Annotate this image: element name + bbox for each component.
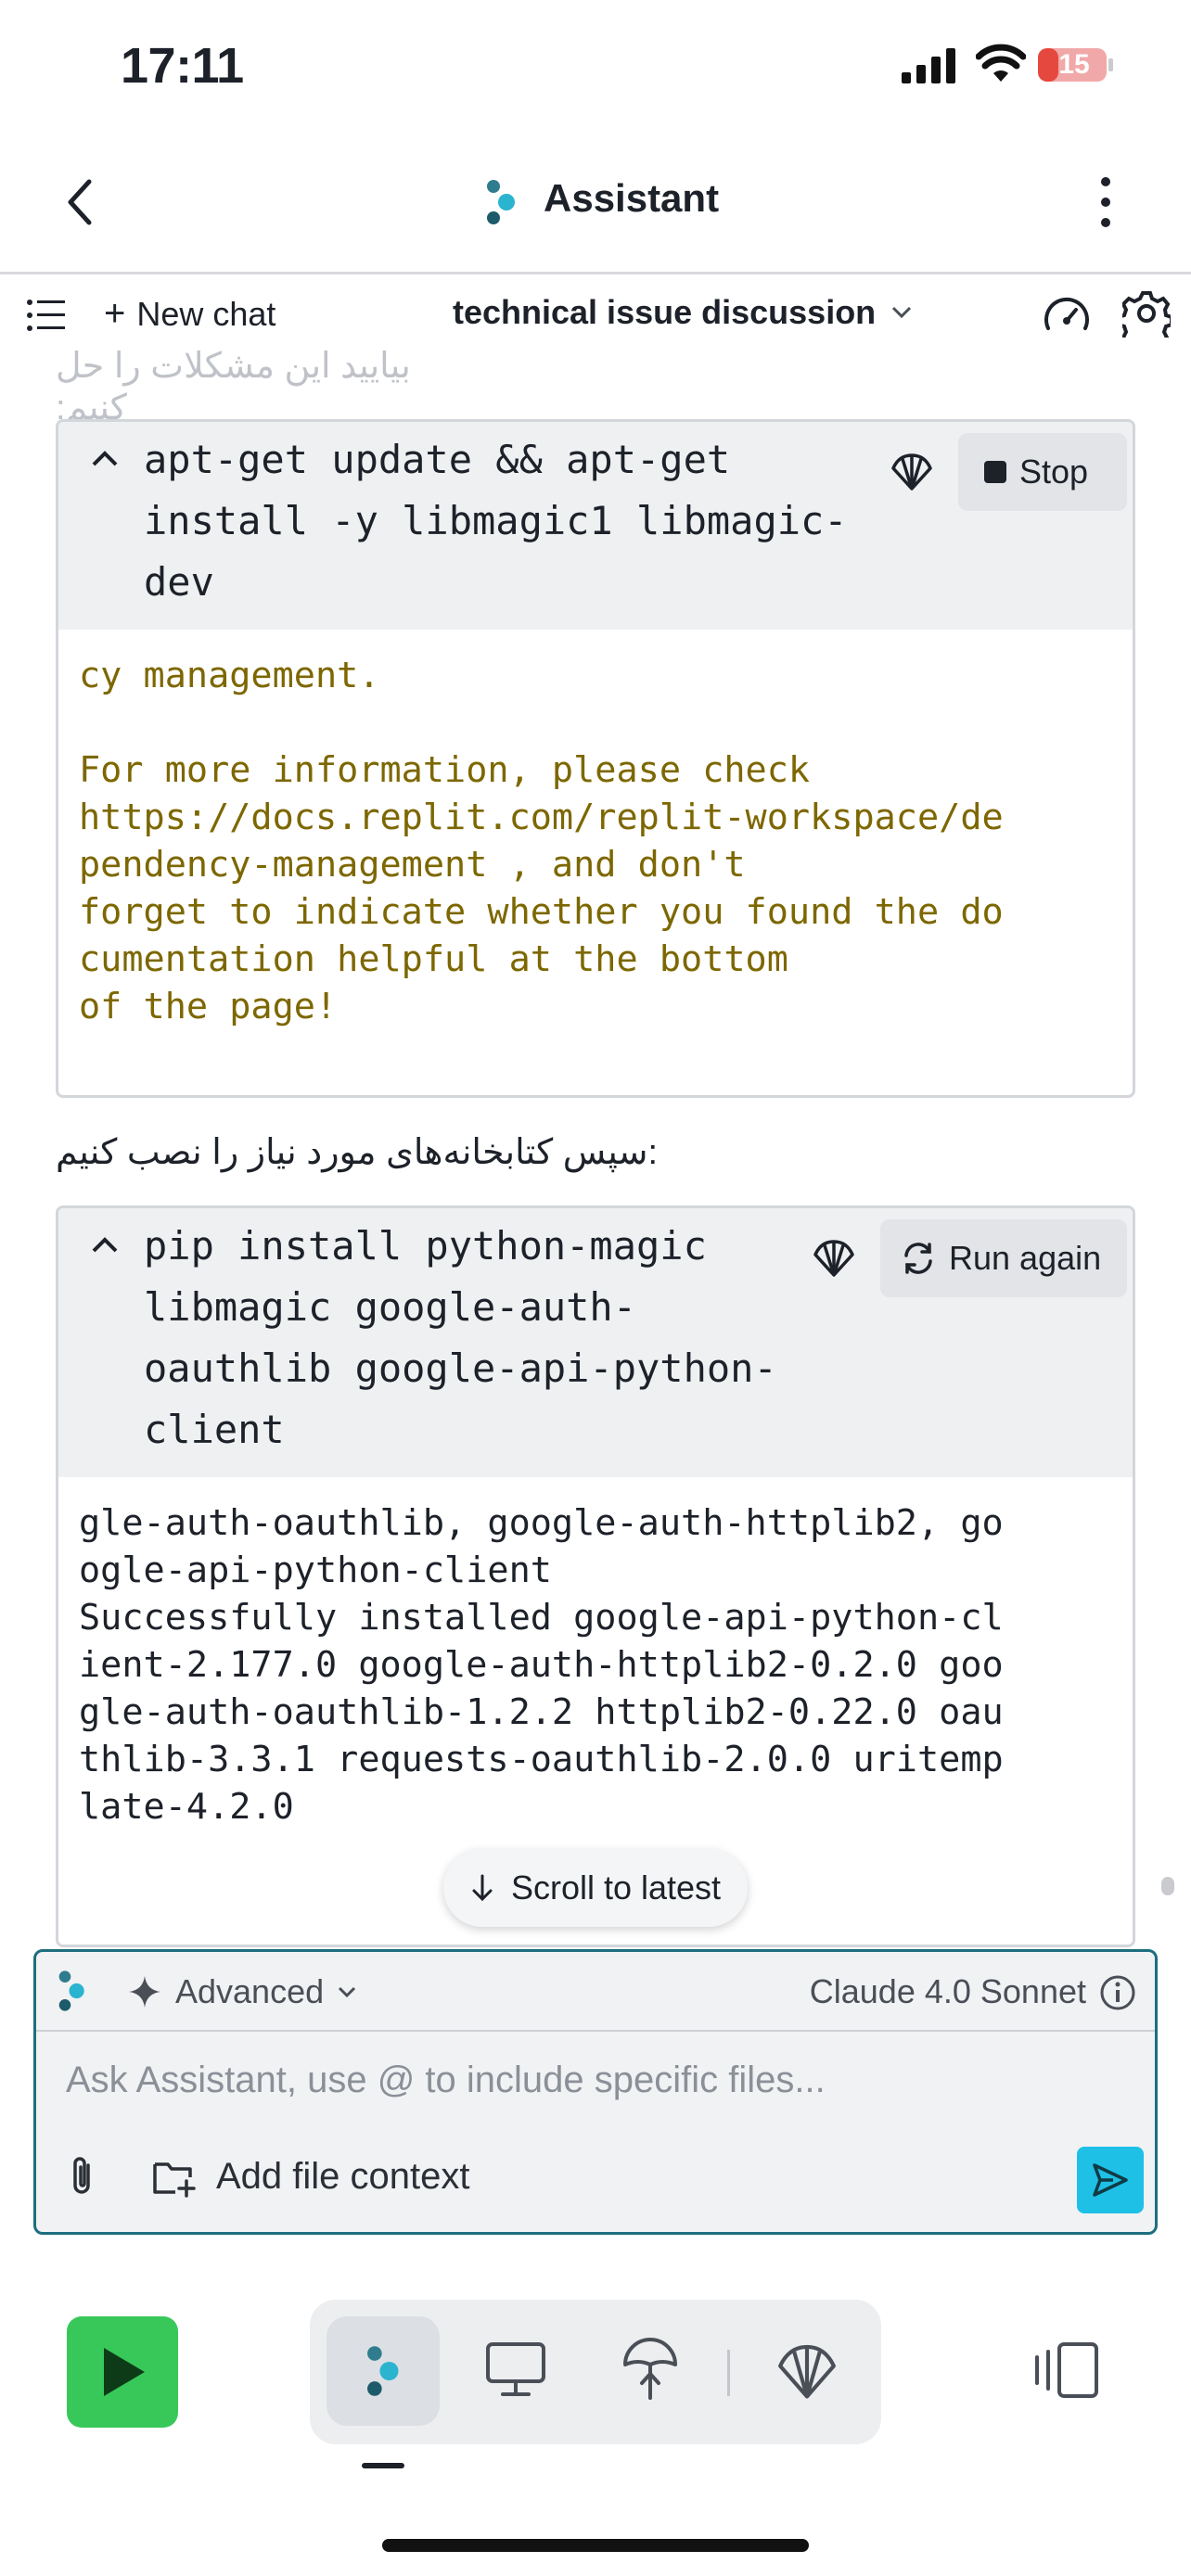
code-card-header: apt-get update && apt-get install -y lib… (58, 422, 1133, 630)
kebab-icon[interactable] (1095, 174, 1117, 230)
command-text: apt-get update && apt-get install -y lib… (144, 437, 848, 605)
caret-up-icon[interactable] (88, 1229, 122, 1262)
shell-icon[interactable] (775, 2340, 839, 2402)
send-button[interactable] (1077, 2147, 1144, 2213)
command-output: cy management. For more information, ple… (79, 655, 1004, 1027)
scroll-to-latest-label: Scroll to latest (510, 1868, 722, 1906)
composer-header: Advanced Claude 4.0 Sonnet (36, 1952, 1155, 2032)
page-title: Assistant (544, 176, 720, 220)
add-file-context-button[interactable]: Add file context (151, 2156, 470, 2198)
shell-icon (891, 453, 932, 491)
stop-icon (984, 461, 1006, 483)
assistant-logo-icon (487, 180, 515, 224)
stop-button[interactable]: Stop (958, 433, 1127, 511)
deploy-icon[interactable] (621, 2337, 679, 2402)
scroll-to-latest-button[interactable]: Scroll to latest (443, 1849, 748, 1927)
assistant-logo-icon (367, 2346, 399, 2396)
chat-topic-label: technical issue discussion (453, 293, 877, 331)
run-again-button[interactable]: Run again (880, 1219, 1127, 1297)
scrollbar-thumb[interactable] (1161, 1877, 1174, 1895)
play-icon (104, 2348, 145, 2396)
mode-label: Advanced (175, 1972, 325, 2010)
message-text: سپس کتابخانه‌های مورد نیاز را نصب کنیم: (56, 1133, 659, 1172)
paperclip-icon[interactable] (66, 2154, 99, 2199)
stop-label: Stop (1019, 453, 1089, 491)
back-icon[interactable] (61, 174, 98, 230)
list-icon[interactable] (26, 299, 67, 332)
add-file-context-label: Add file context (216, 2156, 470, 2197)
command-output: gle-auth-oauthlib, google-auth-httplib2,… (79, 1502, 1004, 1828)
sparkle-icon (129, 1976, 160, 2008)
dock-divider (727, 2350, 730, 2396)
code-card-header: pip install python-magic libmagic google… (58, 1208, 1133, 1477)
gear-icon[interactable] (1122, 289, 1171, 338)
status-time: 17:11 (121, 38, 244, 94)
plus-icon: + (104, 293, 126, 334)
new-chat-label: New chat (136, 294, 276, 333)
home-indicator (382, 2539, 809, 2552)
model-label[interactable]: Claude 4.0 Sonnet (810, 1972, 1086, 2011)
header-divider (0, 272, 1191, 274)
wifi-icon (976, 44, 1026, 82)
monitor-icon[interactable] (484, 2340, 547, 2400)
caret-up-icon[interactable] (88, 442, 122, 476)
active-tab-indicator (362, 2463, 404, 2468)
info-icon[interactable] (1099, 1974, 1136, 2011)
shell-icon (813, 1240, 854, 1277)
send-icon (1093, 2163, 1128, 2197)
run-again-label: Run again (949, 1239, 1102, 1277)
folder-plus-icon (153, 2162, 196, 2198)
panel-icon[interactable] (1033, 2340, 1100, 2400)
battery-level: 15 (1058, 49, 1090, 80)
mode-dropdown[interactable]: Advanced (127, 1972, 357, 2011)
arrow-down-icon (472, 1874, 493, 1902)
message-composer: Advanced Claude 4.0 Sonnet Ask Assistant… (33, 1949, 1158, 2235)
faded-message-line: بیایید این مشکلات را حل کنیم: (56, 347, 411, 427)
refresh-icon (904, 1243, 932, 1274)
assistant-logo-icon (58, 1970, 84, 2011)
new-chat-button[interactable]: + New chat (104, 293, 275, 335)
chevron-down-icon (892, 306, 912, 319)
command-text: pip install python-magic libmagic google… (144, 1223, 777, 1452)
gauge-icon[interactable] (1043, 293, 1091, 334)
code-card-apt: apt-get update && apt-get install -y lib… (56, 419, 1135, 1098)
battery-icon: 15 (1037, 45, 1115, 85)
chevron-down-icon (339, 1986, 356, 1998)
prompt-input[interactable]: Ask Assistant, use @ to include specific… (66, 2060, 826, 2101)
signal-icon (902, 48, 955, 83)
run-button[interactable] (67, 2316, 178, 2428)
chat-topic-dropdown[interactable]: technical issue discussion (453, 293, 913, 332)
code-card-pip: pip install python-magic libmagic google… (56, 1205, 1135, 1947)
